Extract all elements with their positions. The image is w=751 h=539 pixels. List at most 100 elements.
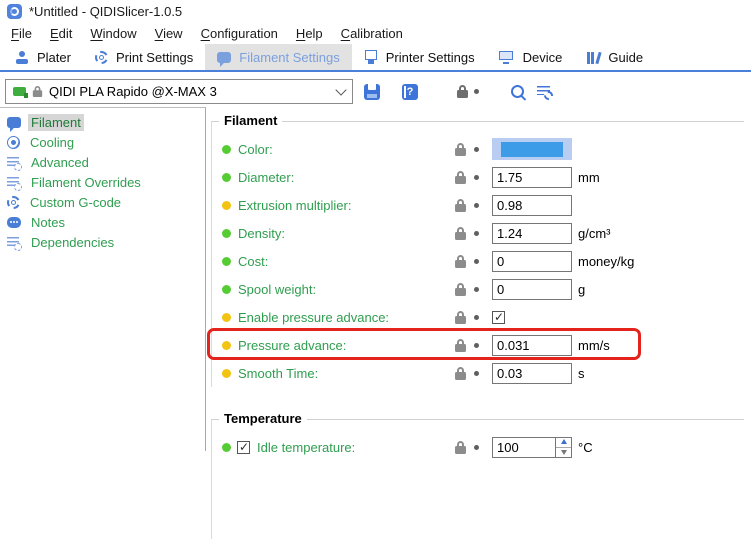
value-input[interactable] <box>492 251 572 272</box>
option-label: Smooth Time: <box>238 366 318 381</box>
save-icon[interactable] <box>364 84 380 100</box>
sidebar-item-filament[interactable]: Filament <box>0 112 205 132</box>
option-controls: mm/s <box>455 331 610 359</box>
unit-label: g <box>578 282 585 297</box>
search-icon[interactable] <box>511 85 524 98</box>
system-bullet <box>222 285 231 294</box>
control-area: 100 <box>492 437 572 458</box>
option-checkbox[interactable] <box>237 441 250 454</box>
list-gear-icon <box>7 176 21 189</box>
group-filament: FilamentColor:Diameter:mmExtrusion multi… <box>211 121 744 387</box>
sidebar-item-cooling[interactable]: Cooling <box>0 132 205 152</box>
menu-item-file[interactable]: File <box>2 26 41 41</box>
printer-icon <box>364 50 378 64</box>
guide-icon <box>586 51 600 64</box>
value-input[interactable] <box>492 167 572 188</box>
control-area <box>492 138 572 160</box>
sidebar-item-label: Cooling <box>27 134 77 151</box>
option-controls: money/kg <box>455 247 634 275</box>
option-controls: 100 °C <box>455 433 593 461</box>
indicator-dot <box>474 175 479 180</box>
fan-icon <box>7 136 20 149</box>
search-options-icon[interactable] <box>537 85 552 98</box>
sidebar-item-label: Filament Overrides <box>28 174 144 191</box>
option-checkbox[interactable] <box>492 311 505 324</box>
lock-icon <box>455 441 466 454</box>
tab-label: Guide <box>608 50 643 65</box>
system-bullet <box>222 443 231 452</box>
option-label: Density: <box>238 226 285 241</box>
tab-printer-settings[interactable]: Printer Settings <box>352 44 487 70</box>
sidebar-item-label: Notes <box>28 214 68 231</box>
indicator-dot <box>474 343 479 348</box>
sidebar-item-custom-g-code[interactable]: Custom G-code <box>0 192 205 212</box>
window-title: *Untitled - QIDISlicer-1.0.5 <box>29 4 182 19</box>
option-controls: g/cm³ <box>455 219 611 247</box>
tab-device[interactable]: Device <box>487 44 575 70</box>
sidebar-item-label: Custom G-code <box>27 194 124 211</box>
option-label: Pressure advance: <box>238 338 346 353</box>
preset-toolbar: QIDI PLA Rapido @X-MAX 3 <box>0 78 751 105</box>
group-temperature: TemperatureIdle temperature:100°C <box>211 419 744 539</box>
tab-label: Printer Settings <box>386 50 475 65</box>
option-label: Color: <box>238 142 273 157</box>
spin-up-button[interactable] <box>556 438 571 448</box>
filament-spool-icon <box>13 87 26 96</box>
sidebar-item-notes[interactable]: Notes <box>0 212 205 232</box>
option-label: Spool weight: <box>238 282 316 297</box>
option-row-density: Density: g/cm³ <box>212 219 744 247</box>
spin-down-button[interactable] <box>556 448 571 457</box>
menu-item-view[interactable]: View <box>146 26 192 41</box>
option-row-smooth-time: Smooth Time:s <box>212 359 744 387</box>
indicator-dot <box>474 315 479 320</box>
help-icon[interactable] <box>402 84 418 100</box>
option-controls: mm <box>455 163 600 191</box>
unit-label: °C <box>578 440 593 455</box>
group-title: Temperature <box>219 411 307 426</box>
value-input[interactable] <box>492 335 572 356</box>
value-input[interactable] <box>492 279 572 300</box>
option-label: Idle temperature: <box>257 440 355 455</box>
sidebar-item-filament-overrides[interactable]: Filament Overrides <box>0 172 205 192</box>
value-input[interactable] <box>492 363 572 384</box>
tab-print-settings[interactable]: Print Settings <box>83 44 205 70</box>
list-gear-icon <box>7 236 21 249</box>
option-row-pressure-advance: Pressure advance: mm/s <box>212 331 744 359</box>
indicator-dot <box>474 287 479 292</box>
option-controls <box>455 135 572 163</box>
lock-icon <box>455 311 466 324</box>
filament-bubble-icon <box>7 117 21 128</box>
sidebar-item-label: Filament <box>28 114 84 131</box>
sidebar-item-dependencies[interactable]: Dependencies <box>0 232 205 252</box>
tab-plater[interactable]: Plater <box>3 44 83 70</box>
menu-item-help[interactable]: Help <box>287 26 332 41</box>
lock-icon <box>455 199 466 212</box>
unit-label: mm/s <box>578 338 610 353</box>
spin-input[interactable]: 100 <box>492 437 572 458</box>
menu-item-edit[interactable]: Edit <box>41 26 81 41</box>
preset-select[interactable]: QIDI PLA Rapido @X-MAX 3 <box>5 79 353 104</box>
device-icon <box>499 51 515 64</box>
menu-item-configuration[interactable]: Configuration <box>192 26 287 41</box>
sidebar-item-advanced[interactable]: Advanced <box>0 152 205 172</box>
value-input[interactable] <box>492 223 572 244</box>
value-input[interactable] <box>492 195 572 216</box>
control-area <box>492 251 572 272</box>
option-row-enable-pressure-advance: Enable pressure advance: <box>212 303 744 331</box>
tab-guide[interactable]: Guide <box>574 44 655 70</box>
menu-item-window[interactable]: Window <box>81 26 145 41</box>
menu-item-calibration[interactable]: Calibration <box>332 26 412 41</box>
unit-label: g/cm³ <box>578 226 611 241</box>
option-controls: g <box>455 275 585 303</box>
color-picker[interactable] <box>492 138 572 160</box>
system-bullet <box>222 145 231 154</box>
option-row-extrusion-multiplier: Extrusion multiplier: <box>212 191 744 219</box>
lock-icon <box>455 143 466 156</box>
lock-icon[interactable] <box>457 85 468 98</box>
spin-value: 100 <box>493 438 555 457</box>
list-gear-icon <box>7 156 21 169</box>
chevron-down-icon <box>335 84 346 95</box>
system-bullet <box>222 257 231 266</box>
tab-filament-settings[interactable]: Filament Settings <box>205 44 351 70</box>
lock-icon <box>455 255 466 268</box>
